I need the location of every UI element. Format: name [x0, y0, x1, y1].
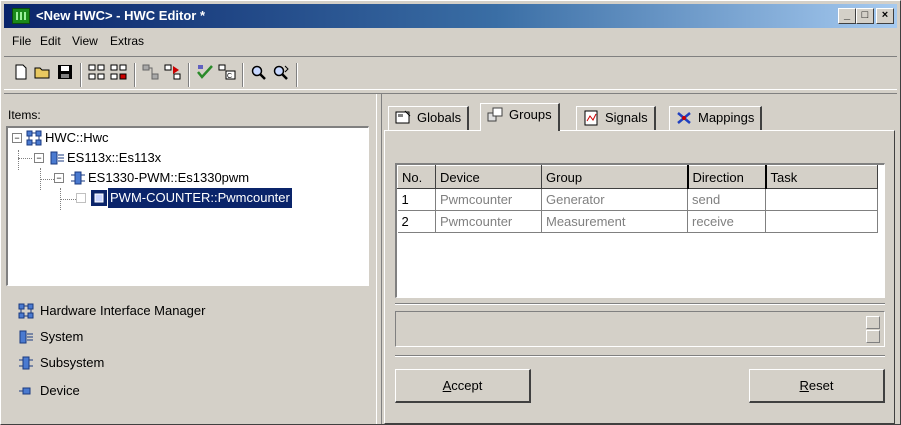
- legend-label: Hardware Interface Manager: [40, 303, 206, 318]
- close-button[interactable]: ×: [876, 8, 894, 24]
- scroll-up-icon[interactable]: [866, 316, 880, 329]
- check-icon[interactable]: [194, 64, 216, 86]
- table-row[interactable]: 1 Pwmcounter Generator send: [397, 188, 878, 211]
- minimize-button[interactable]: _: [838, 8, 856, 24]
- legend-label: System: [40, 329, 84, 344]
- message-box: [395, 311, 885, 347]
- system-icon: [49, 150, 65, 166]
- divider: [395, 303, 885, 305]
- manager-icon: [18, 303, 34, 319]
- pane-splitter[interactable]: [376, 94, 382, 424]
- reset-label: eset: [808, 378, 834, 393]
- search-icon[interactable]: [248, 64, 270, 86]
- globals-icon: [395, 110, 412, 126]
- tree-label: ES1330-PWM::Es1330pwm: [88, 170, 250, 185]
- cell-task[interactable]: [765, 210, 878, 233]
- collapse-icon[interactable]: −: [54, 173, 64, 183]
- scroll-down-icon[interactable]: [866, 330, 880, 343]
- menu-edit[interactable]: Edit: [40, 34, 61, 48]
- accept-button[interactable]: Accept: [395, 369, 531, 403]
- leaf-box-icon: [76, 193, 86, 203]
- menu-bar: File Edit View Extras: [4, 31, 897, 51]
- groups-table[interactable]: No. Device Group Direction Task 1 Pwmcou…: [395, 163, 885, 298]
- column-group[interactable]: Group: [541, 165, 688, 189]
- cell-direction[interactable]: send: [687, 188, 766, 211]
- tab-label: Mappings: [698, 110, 755, 125]
- tab-label: Groups: [509, 107, 552, 122]
- system-icon: [18, 329, 34, 345]
- tree-label: ES113x::Es113x: [67, 150, 162, 165]
- divider: [395, 355, 885, 357]
- collapse-icon[interactable]: −: [12, 133, 22, 143]
- tab-mappings[interactable]: Mappings: [669, 106, 763, 130]
- tab-label: Globals: [417, 110, 462, 125]
- cell-task[interactable]: [765, 188, 878, 211]
- subsystem-icon: [70, 170, 86, 186]
- table-row[interactable]: 2 Pwmcounter Measurement receive: [397, 210, 878, 233]
- collapse-icon[interactable]: −: [34, 153, 44, 163]
- toolbar: C: [4, 56, 897, 90]
- column-device[interactable]: Device: [435, 165, 542, 189]
- svg-text:C: C: [227, 73, 232, 80]
- tab-signals[interactable]: Signals: [576, 106, 656, 130]
- groups-icon: [487, 107, 504, 123]
- main-area: Items: − HWC::Hwc − ES113x::Es113x − ES1…: [4, 93, 897, 424]
- items-pane: Items: − HWC::Hwc − ES113x::Es113x − ES1…: [4, 94, 376, 424]
- legend-label: Device: [40, 383, 80, 398]
- export-icon[interactable]: [162, 64, 184, 86]
- device-icon: [91, 190, 107, 206]
- manager-icon: [26, 130, 42, 146]
- add-subsystem-icon[interactable]: [108, 64, 130, 86]
- subsystem-icon: [18, 355, 34, 371]
- signals-icon: [583, 110, 600, 126]
- reset-button[interactable]: Reset: [749, 369, 885, 403]
- maximize-button[interactable]: □: [856, 8, 874, 24]
- add-system-icon[interactable]: [86, 64, 108, 86]
- new-icon[interactable]: [10, 64, 32, 86]
- tab-globals[interactable]: Globals: [388, 106, 470, 130]
- app-icon: [12, 8, 30, 24]
- groups-panel: No. Device Group Direction Task 1 Pwmcou…: [384, 130, 895, 424]
- items-label: Items:: [8, 108, 41, 122]
- app-window: <New HWC> - HWC Editor * _ □ × File Edit…: [0, 0, 901, 425]
- title-bar[interactable]: <New HWC> - HWC Editor * _ □ ×: [4, 4, 897, 28]
- generate-icon[interactable]: C: [216, 64, 238, 86]
- item-tree[interactable]: − HWC::Hwc − ES113x::Es113x − ES1330-PWM…: [6, 126, 369, 286]
- column-task[interactable]: Task: [765, 165, 878, 189]
- open-icon[interactable]: [32, 64, 54, 86]
- cell-group[interactable]: Measurement: [541, 210, 688, 233]
- cell-group[interactable]: Generator: [541, 188, 688, 211]
- device-icon: [18, 383, 34, 399]
- window-title: <New HWC> - HWC Editor *: [36, 8, 206, 23]
- tab-groups[interactable]: Groups: [480, 103, 560, 131]
- cell-direction[interactable]: receive: [687, 210, 766, 233]
- reset-mnemonic: R: [799, 378, 809, 393]
- menu-view[interactable]: View: [72, 34, 98, 48]
- tree-label: HWC::Hwc: [45, 130, 109, 145]
- cell-device[interactable]: Pwmcounter: [435, 210, 542, 233]
- cell-no[interactable]: 2: [397, 210, 436, 233]
- save-icon[interactable]: [54, 64, 76, 86]
- cell-no[interactable]: 1: [397, 188, 436, 211]
- tree-label-selected: PWM-COUNTER::Pwmcounter: [107, 187, 293, 209]
- column-no[interactable]: No.: [397, 165, 436, 189]
- add-device-icon[interactable]: [140, 64, 162, 86]
- cell-device[interactable]: Pwmcounter: [435, 188, 542, 211]
- menu-extras[interactable]: Extras: [110, 34, 144, 48]
- menu-file[interactable]: File: [12, 34, 31, 48]
- table-header-row: No. Device Group Direction Task: [397, 165, 878, 189]
- search-next-icon[interactable]: [270, 64, 292, 86]
- tab-label: Signals: [605, 110, 648, 125]
- mappings-icon: [676, 110, 693, 126]
- accept-label: ccept: [451, 378, 483, 393]
- accept-mnemonic: A: [442, 378, 452, 393]
- legend-label: Subsystem: [40, 355, 105, 370]
- column-direction[interactable]: Direction: [686, 165, 767, 189]
- detail-pane: Globals Groups Signals Mappings No. Devi…: [384, 94, 896, 424]
